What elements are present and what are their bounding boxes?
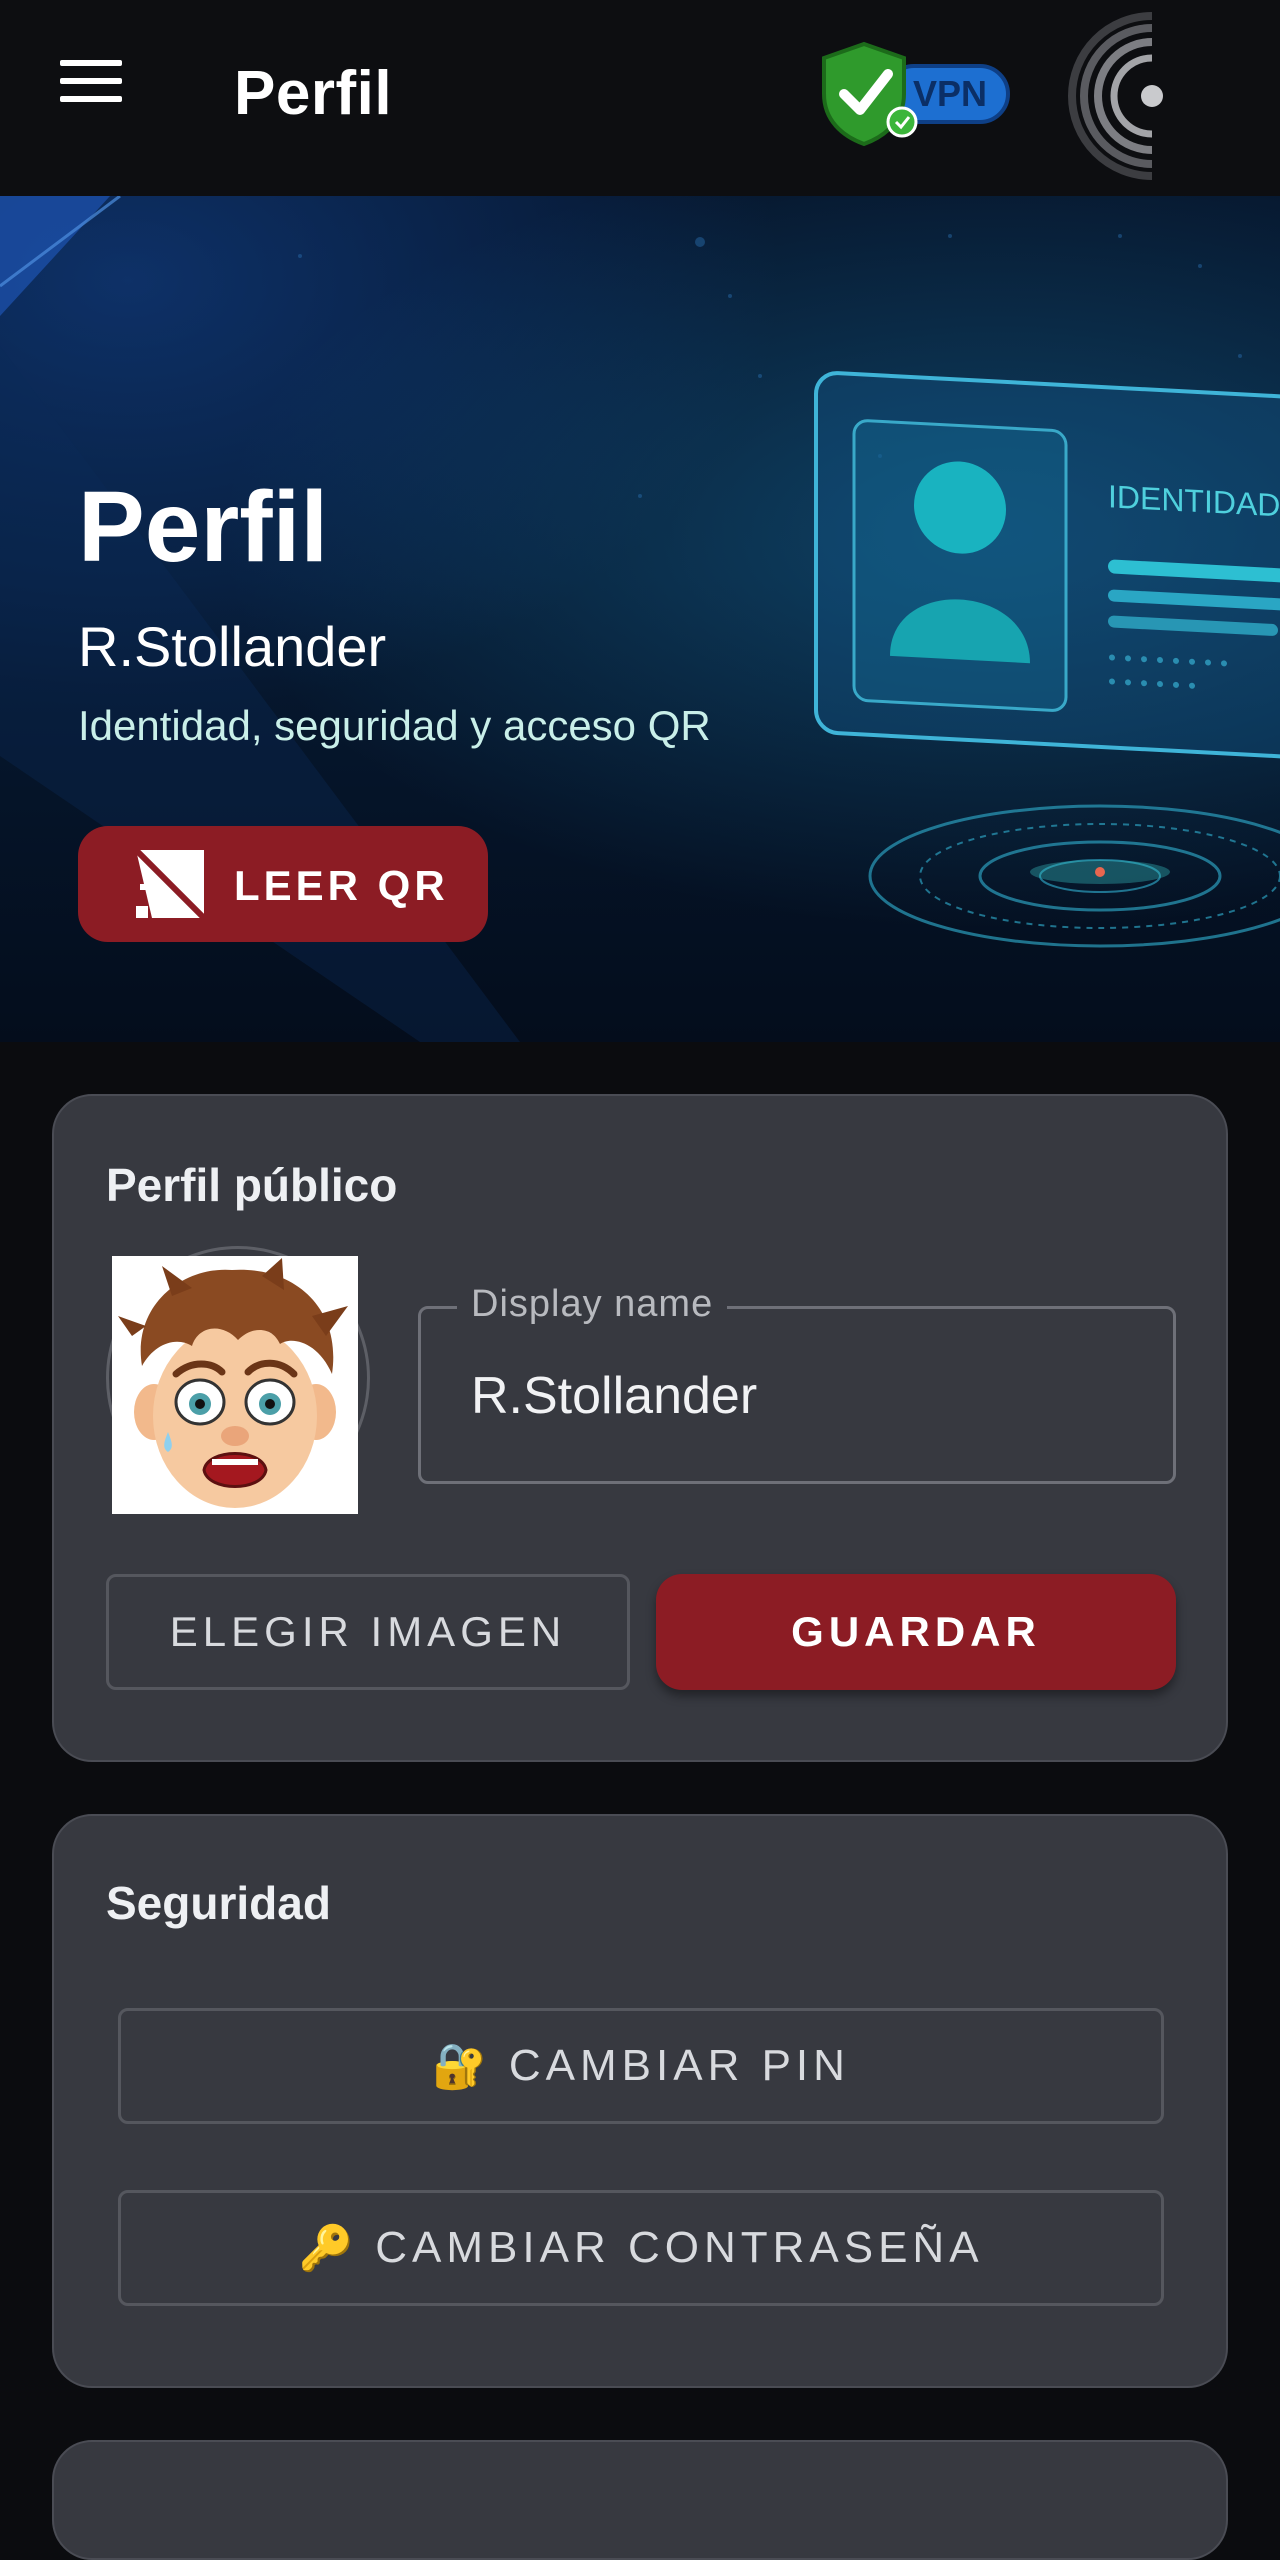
display-name-field[interactable]: Display name [418,1283,1176,1484]
security-card: Seguridad 🔐 CAMBIAR PIN 🔑 CAMBIAR CONTRA… [52,1814,1228,2388]
display-name-input[interactable] [469,1365,1129,1427]
avatar-cartoon-face [112,1256,358,1514]
change-password-label: CAMBIAR CONTRASEÑA [375,2223,984,2272]
page-title: Perfil [234,59,393,128]
vpn-shield-icon[interactable]: VPN [816,40,1016,150]
save-button[interactable]: GUARDAR [656,1574,1176,1690]
menu-icon[interactable] [52,50,132,110]
vpn-label: VPN [913,73,987,114]
change-pin-button[interactable]: 🔐 CAMBIAR PIN [118,2008,1164,2124]
qr-scan-icon [133,847,207,921]
avatar[interactable] [112,1256,358,1514]
hero-username: R.Stollander [78,615,387,678]
app-bar: Perfil VPN [0,0,1280,196]
hero-banner: IDENTIDAD D Perfil R.Stollander Identida… [0,196,1280,1042]
public-profile-title: Perfil público [106,1159,398,1211]
change-password-button[interactable]: 🔑 CAMBIAR CONTRASEÑA [118,2190,1164,2306]
key-icon: 🔑 [298,2224,354,2273]
read-qr-button[interactable]: LEER QR [78,826,488,942]
security-title: Seguridad [106,1877,331,1929]
change-pin-label: CAMBIAR PIN [508,2041,850,2090]
next-card [52,2440,1228,2560]
locked-key-icon: 🔐 [432,2042,487,2091]
public-profile-card: Perfil público Display name R.Stollander… [52,1094,1228,1762]
read-qr-label: LEER QR [234,862,449,909]
choose-image-button[interactable]: ELEGIR IMAGEN [106,1574,630,1690]
display-name-label: Display name [457,1283,728,1326]
brand-logo [1068,12,1163,180]
hero-subtitle: Identidad, seguridad y acceso QR [78,702,711,749]
hero-title: Perfil [78,471,329,583]
